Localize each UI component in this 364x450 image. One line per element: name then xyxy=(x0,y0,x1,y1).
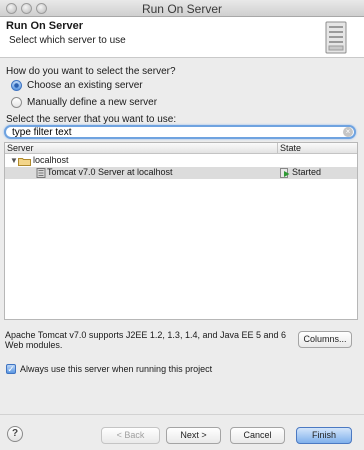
started-state-icon xyxy=(280,168,290,178)
help-button[interactable]: ? xyxy=(7,426,23,442)
server-description: Apache Tomcat v7.0 supports J2EE 1.2, 1.… xyxy=(5,330,287,350)
filter-input[interactable]: type filter text × xyxy=(4,125,356,139)
always-use-label: Always use this server when running this… xyxy=(20,364,213,374)
page-subtitle: Select which server to use xyxy=(9,35,126,46)
server-select-label: Select the server that you want to use: xyxy=(6,114,177,125)
expand-triangle-icon[interactable]: ▼ xyxy=(10,156,18,165)
columns-button[interactable]: Columns... xyxy=(298,331,352,348)
column-state[interactable]: State xyxy=(280,143,301,153)
tree-header: Server State xyxy=(5,143,357,154)
tree-group-label: localhost xyxy=(33,155,69,165)
checkbox-checked-icon[interactable]: ✓ xyxy=(6,364,16,374)
next-button[interactable]: Next > xyxy=(166,427,221,444)
server-name: Tomcat v7.0 Server at localhost xyxy=(47,167,173,177)
column-server[interactable]: Server xyxy=(7,143,34,153)
back-button[interactable]: < Back xyxy=(101,427,160,444)
radio-new-server[interactable]: Manually define a new server xyxy=(11,97,157,108)
title-bar: Run On Server xyxy=(0,0,364,17)
radio-selected-icon[interactable] xyxy=(11,80,22,91)
always-use-checkbox[interactable]: ✓ Always use this server when running th… xyxy=(6,364,212,374)
wizard-banner: Run On Server Select which server to use xyxy=(0,17,364,58)
radio-existing-label: Choose an existing server xyxy=(27,80,143,91)
radio-unselected-icon[interactable] xyxy=(11,97,22,108)
clear-filter-icon[interactable]: × xyxy=(343,127,353,137)
filter-input-text[interactable]: type filter text xyxy=(12,127,71,138)
folder-icon xyxy=(18,158,31,166)
finish-button[interactable]: Finish xyxy=(296,427,352,444)
cancel-button[interactable]: Cancel xyxy=(230,427,285,444)
window-title: Run On Server xyxy=(141,2,223,16)
table-row[interactable]: Tomcat v7.0 Server at localhost Started xyxy=(5,167,357,179)
server-state: Started xyxy=(292,167,322,177)
selection-prompt: How do you want to select the server? xyxy=(6,66,176,77)
page-title: Run On Server xyxy=(6,20,84,32)
radio-existing-server[interactable]: Choose an existing server xyxy=(11,80,143,91)
server-graphic-icon xyxy=(325,21,347,54)
tree-group-row[interactable]: ▼ localhost xyxy=(5,155,357,167)
radio-new-label: Manually define a new server xyxy=(27,97,158,108)
tomcat-server-icon xyxy=(36,168,46,178)
column-divider[interactable] xyxy=(277,143,278,154)
footer-divider xyxy=(0,414,364,415)
server-tree[interactable]: Server State ▼ localhost Tomcat v7.0 Ser… xyxy=(4,142,358,320)
